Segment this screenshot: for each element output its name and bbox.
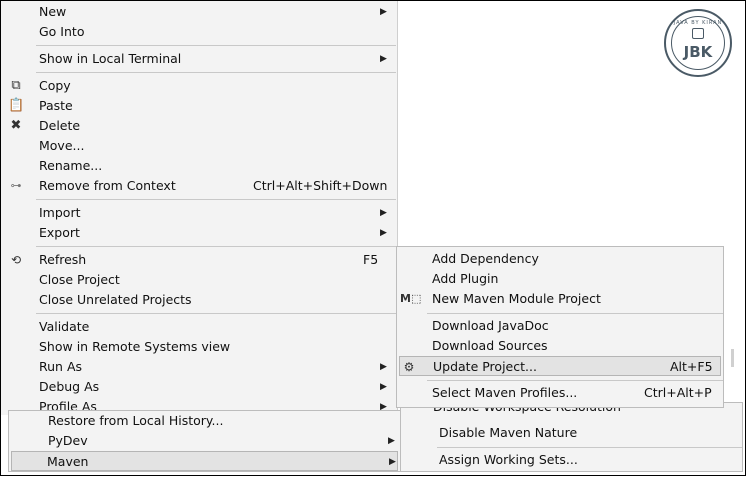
screenshot-border bbox=[0, 0, 746, 476]
